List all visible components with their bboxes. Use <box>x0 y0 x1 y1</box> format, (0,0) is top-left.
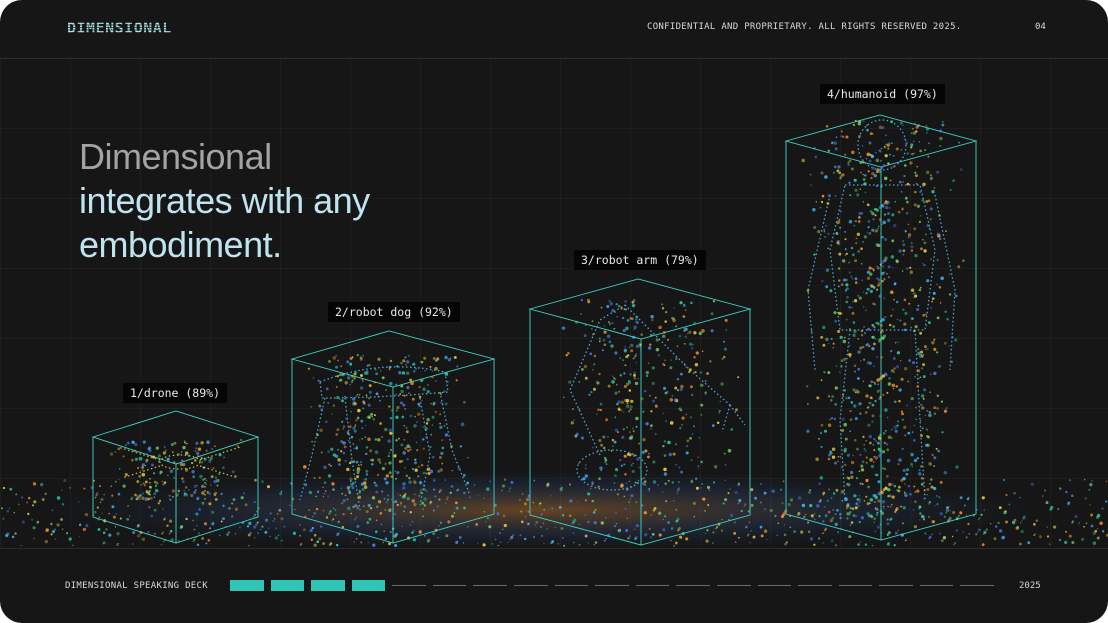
progress-segment-pending <box>635 585 670 586</box>
progress-segment-complete <box>270 580 305 591</box>
progress-segment-pending <box>960 585 994 586</box>
progress-segment-complete <box>351 580 386 591</box>
progress-segment-pending <box>432 585 467 586</box>
pointcloud-floor <box>0 465 1108 555</box>
footer-divider <box>0 548 1108 549</box>
robot-dog-label: 2/robot dog (92%) <box>328 302 460 322</box>
progress-segment-pending <box>798 585 832 586</box>
progress-segment-pending <box>392 585 426 586</box>
robot-arm-label: 3/robot arm (79%) <box>574 250 706 270</box>
robot-arm-body-outline <box>569 304 746 491</box>
progress-segment-pending <box>514 585 548 586</box>
progress-segment-pending <box>716 585 751 586</box>
progress-segment-complete <box>230 580 264 591</box>
footer-year: 2025 <box>1019 581 1041 591</box>
progress-segment-pending <box>838 585 873 586</box>
progress-segment-pending <box>919 585 954 586</box>
humanoid-body-outline <box>807 119 956 501</box>
deck-title: DIMENSIONAL SPEAKING DECK <box>65 581 208 591</box>
progress-segment-complete <box>311 580 345 591</box>
humanoid-label: 4/humanoid (97%) <box>820 84 945 104</box>
progress-segment-pending <box>879 585 913 586</box>
drone-label: 1/drone (89%) <box>123 383 228 403</box>
progress-segment-pending <box>757 585 792 586</box>
progress-segment-pending <box>595 585 629 586</box>
deck-progress-bar <box>230 580 994 591</box>
progress-segment-pending <box>554 585 589 586</box>
progress-segment-pending <box>676 585 710 586</box>
progress-segment-pending <box>473 585 508 586</box>
slide: DIMENSIONAL CONFIDENTIAL AND PROPRIETARY… <box>0 0 1108 623</box>
